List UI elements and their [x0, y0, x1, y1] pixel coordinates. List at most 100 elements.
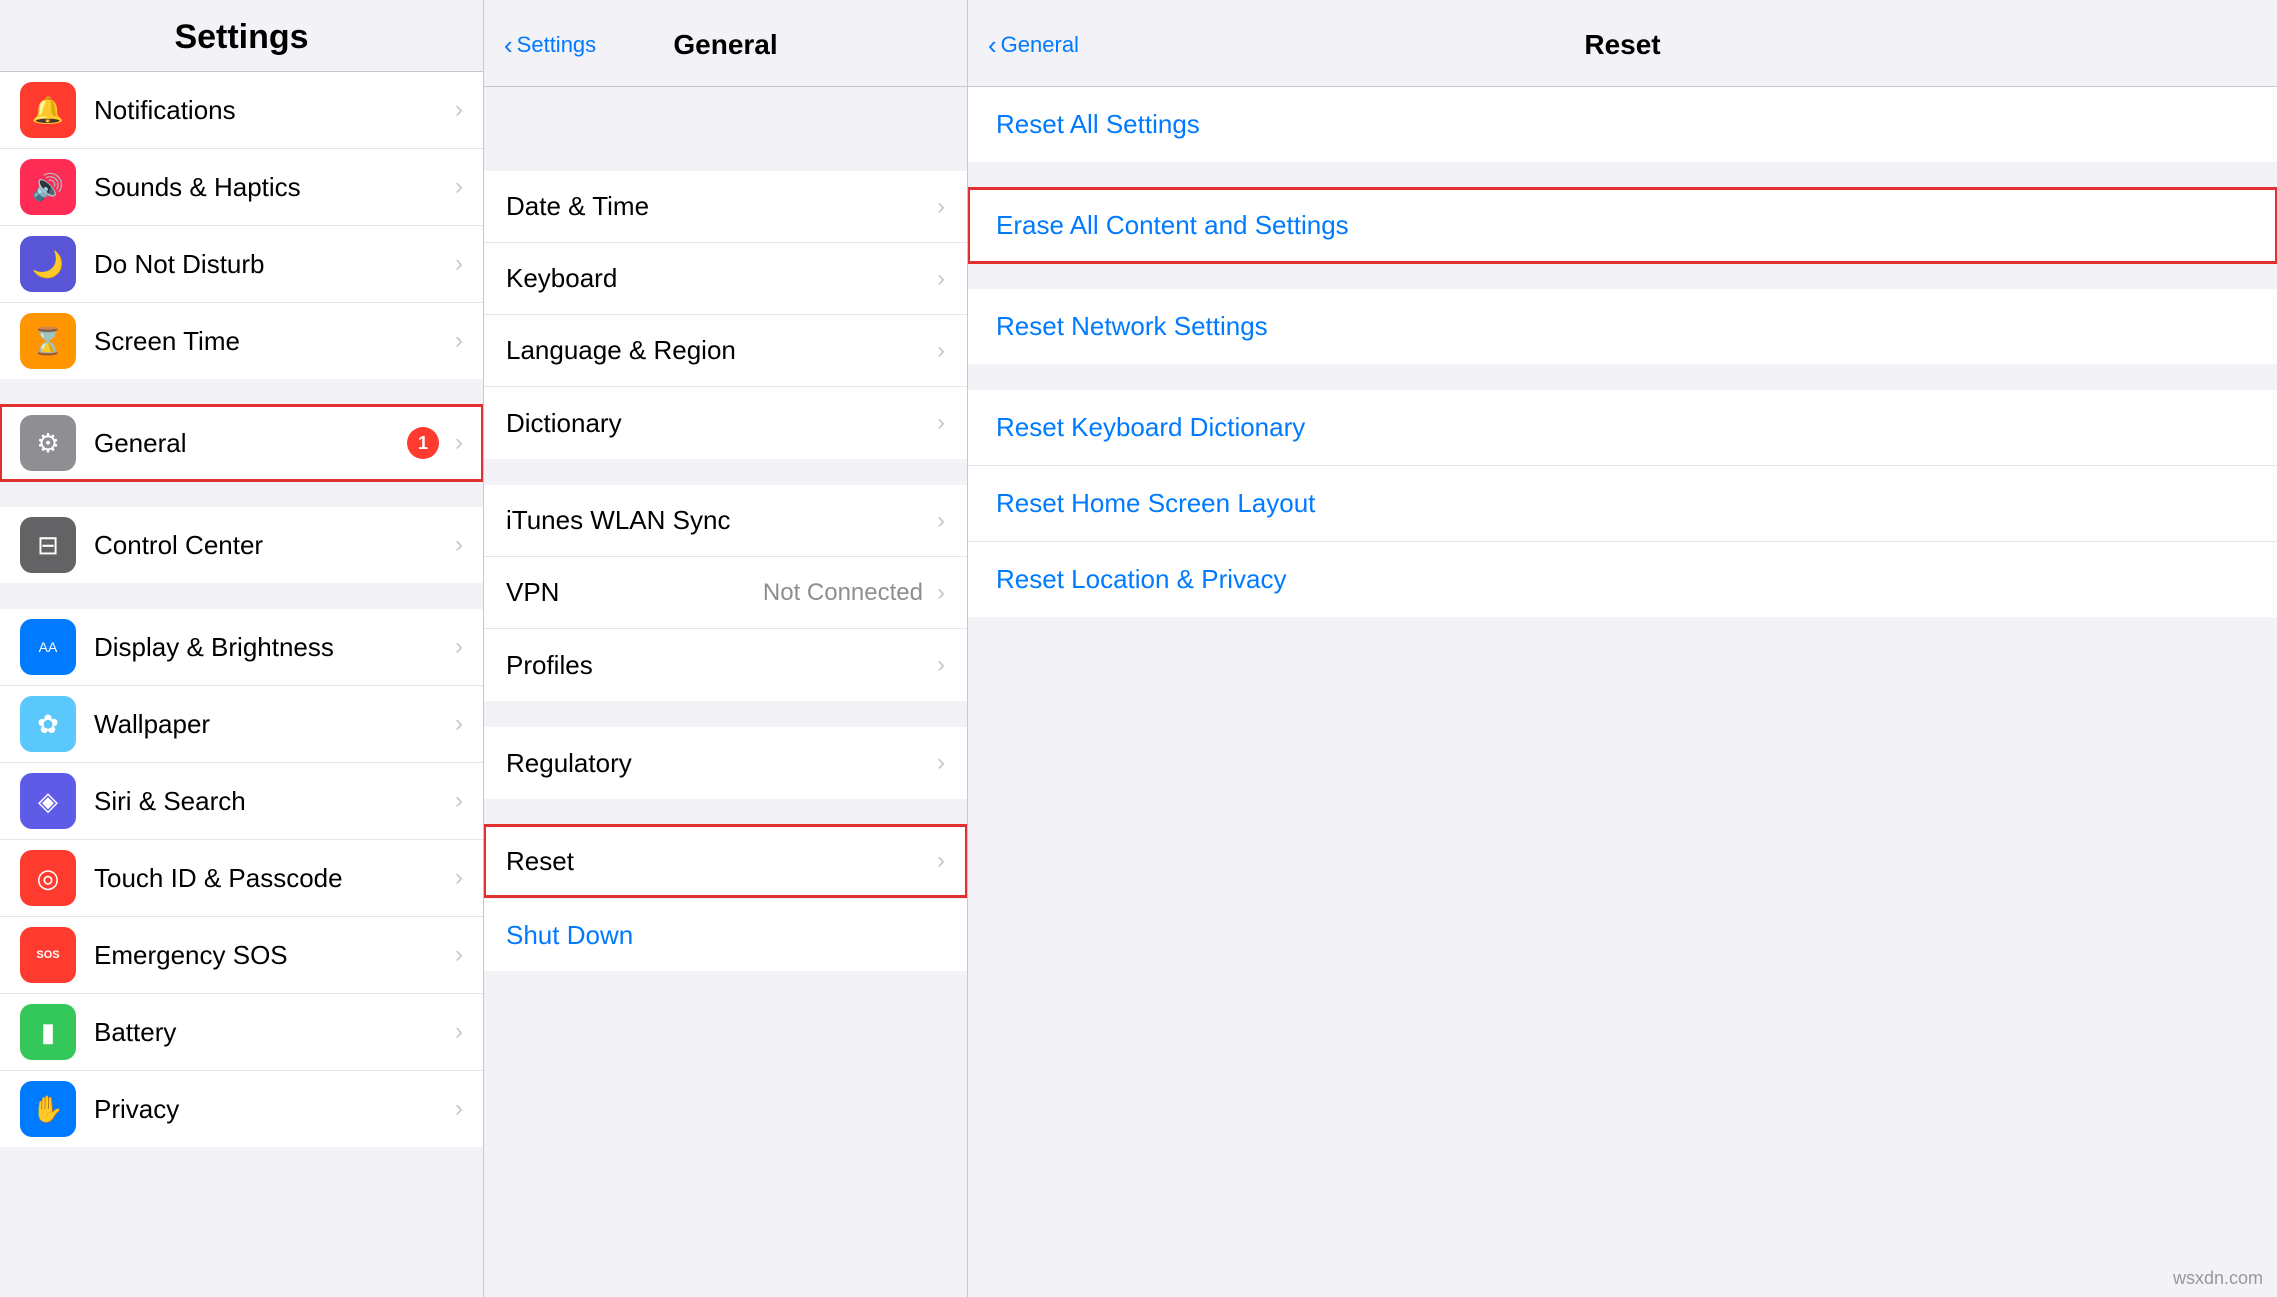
spacer	[0, 1149, 483, 1173]
settings-item-sirisearch[interactable]: ◈Siri & Search›	[0, 763, 483, 840]
chevron-right-icon: ›	[455, 173, 463, 201]
general-header-nav: ‹ Settings General	[504, 18, 947, 72]
settings-group: ⚙General1›	[0, 405, 483, 481]
settings-title: Settings	[174, 18, 308, 57]
settings-item-emergencysos[interactable]: SOSEmergency SOS›	[0, 917, 483, 994]
reset-item-label-reset-all-settings: Reset All Settings	[996, 109, 1200, 140]
reset-back-button[interactable]: ‹ General	[988, 32, 1079, 58]
chevron-right-icon: ›	[455, 710, 463, 738]
settings-item-screentime[interactable]: ⌛Screen Time›	[0, 303, 483, 379]
reset-list: Reset All Settings Erase All Content and …	[968, 87, 2277, 1297]
general-item-label-shutdown: Shut Down	[506, 920, 633, 951]
reset-title: Reset	[1584, 29, 1660, 61]
reset-group-1: Reset All Settings	[968, 87, 2277, 162]
general-item-value-vpn: Not Connected	[763, 579, 923, 607]
general-group-4: Reset›	[484, 825, 967, 897]
reset-item-label-erase-all: Erase All Content and Settings	[996, 210, 1349, 241]
general-item-label-profiles: Profiles	[506, 650, 931, 681]
notifications-icon: 🔔	[20, 82, 76, 138]
settings-item-donotdisturb[interactable]: 🌙Do Not Disturb›	[0, 226, 483, 303]
reset-header: ‹ General Reset	[968, 0, 2277, 87]
chevron-right-icon: ›	[455, 941, 463, 969]
settings-item-label-displaybrightness: Display & Brightness	[94, 632, 449, 663]
settings-column: Settings 🔔Notifications›🔊Sounds & Haptic…	[0, 0, 484, 1297]
general-back-button[interactable]: ‹ Settings	[504, 32, 596, 58]
general-item-language_region[interactable]: Language & Region›	[484, 315, 967, 387]
general-item-label-language_region: Language & Region	[506, 335, 931, 366]
settings-list: 🔔Notifications›🔊Sounds & Haptics› 🌙 Do Not…	[0, 72, 483, 1297]
reset-item-reset-network[interactable]: Reset Network Settings	[968, 289, 2277, 364]
settings-item-label-emergencysos: Emergency SOS	[94, 940, 449, 971]
settings-item-notifications[interactable]: 🔔Notifications›	[0, 72, 483, 149]
reset-group-4: Reset Keyboard Dictionary Reset Home Scre…	[968, 390, 2277, 617]
reset-item-reset-keyboard[interactable]: Reset Keyboard Dictionary	[968, 390, 2277, 466]
reset-item-label-reset-network: Reset Network Settings	[996, 311, 1268, 342]
general-item-label-date_time: Date & Time	[506, 191, 931, 222]
chevron-right-icon: ›	[937, 193, 945, 221]
settings-item-controlcenter[interactable]: ⊟Control Center›	[0, 507, 483, 583]
general-item-regulatory[interactable]: Regulatory›	[484, 727, 967, 799]
spacer	[0, 585, 483, 609]
chevron-right-icon: ›	[937, 507, 945, 535]
settings-item-sounds[interactable]: 🔊Sounds & Haptics›	[0, 149, 483, 226]
general-item-vpn[interactable]: VPNNot Connected›	[484, 557, 967, 629]
general-item-date_time[interactable]: Date & Time›	[484, 171, 967, 243]
chevron-right-icon: ›	[937, 749, 945, 777]
chevron-right-icon: ›	[937, 265, 945, 293]
general-item-keyboard[interactable]: Keyboard›	[484, 243, 967, 315]
general-item-label-regulatory: Regulatory	[506, 748, 931, 779]
settings-item-displaybrightness[interactable]: AADisplay & Brightness›	[0, 609, 483, 686]
settings-item-label-donotdisturb: Do Not Disturb	[94, 249, 449, 280]
settings-item-wallpaper[interactable]: ✿ Wallpaper›	[0, 686, 483, 763]
settings-header: Settings	[0, 0, 483, 72]
spacer	[0, 483, 483, 507]
settings-item-privacy[interactable]: ✋Privacy›	[0, 1071, 483, 1147]
general-item-label-dictionary: Dictionary	[506, 408, 931, 439]
settings-item-touchid[interactable]: ◎Touch ID & Passcode›	[0, 840, 483, 917]
general-item-label-keyboard: Keyboard	[506, 263, 931, 294]
settings-item-label-battery: Battery	[94, 1017, 449, 1048]
general-item-profiles[interactable]: Profiles›	[484, 629, 967, 701]
settings-item-label-wallpaper: Wallpaper	[94, 709, 449, 740]
spacer	[484, 461, 967, 485]
general-item-label-itunes_wlan: iTunes WLAN Sync	[506, 505, 931, 536]
reset-item-erase-all[interactable]: Erase All Content and Settings	[968, 188, 2277, 263]
chevron-left-icon-reset: ‹	[988, 32, 997, 58]
touchid-icon: ◎	[20, 850, 76, 906]
reset-item-reset-all-settings[interactable]: Reset All Settings	[968, 87, 2277, 162]
reset-item-label-reset-keyboard: Reset Keyboard Dictionary	[996, 412, 1305, 443]
chevron-right-icon: ›	[937, 847, 945, 875]
battery-icon: ▮	[20, 1004, 76, 1060]
wallpaper-icon: ✿	[20, 696, 76, 752]
general-item-reset[interactable]: Reset›	[484, 825, 967, 897]
general-item-dictionary[interactable]: Dictionary›	[484, 387, 967, 459]
chevron-right-icon: ›	[455, 327, 463, 355]
reset-column: ‹ General Reset Reset All Settings Erase …	[968, 0, 2277, 1297]
general-item-shutdown[interactable]: Shut Down	[484, 899, 967, 971]
settings-item-label-controlcenter: Control Center	[94, 530, 449, 561]
general-list: Date & Time›Keyboard›Language & Region›D…	[484, 87, 967, 1297]
chevron-right-icon: ›	[455, 96, 463, 124]
scroll-area	[484, 87, 967, 147]
reset-item-label-reset-home: Reset Home Screen Layout	[996, 488, 1315, 519]
settings-item-general[interactable]: ⚙General1›	[0, 405, 483, 481]
chevron-right-icon: ›	[937, 579, 945, 607]
general-item-itunes_wlan[interactable]: iTunes WLAN Sync›	[484, 485, 967, 557]
general-title: General	[673, 29, 777, 61]
chevron-right-icon: ›	[455, 633, 463, 661]
reset-item-reset-home[interactable]: Reset Home Screen Layout	[968, 466, 2277, 542]
chevron-right-icon: ›	[455, 864, 463, 892]
spacer	[0, 381, 483, 405]
sirisearch-icon: ◈	[20, 773, 76, 829]
general-back-label: Settings	[517, 32, 597, 58]
settings-item-label-privacy: Privacy	[94, 1094, 449, 1125]
donotdisturb-icon: 🌙	[20, 236, 76, 292]
reset-item-reset-location[interactable]: Reset Location & Privacy	[968, 542, 2277, 617]
chevron-right-icon: ›	[455, 531, 463, 559]
chevron-right-icon: ›	[455, 1018, 463, 1046]
settings-item-battery[interactable]: ▮ Battery›	[0, 994, 483, 1071]
general-icon: ⚙	[20, 415, 76, 471]
settings-item-label-general: General	[94, 428, 407, 459]
settings-item-label-screentime: Screen Time	[94, 326, 449, 357]
reset-group-3: Reset Network Settings	[968, 289, 2277, 364]
